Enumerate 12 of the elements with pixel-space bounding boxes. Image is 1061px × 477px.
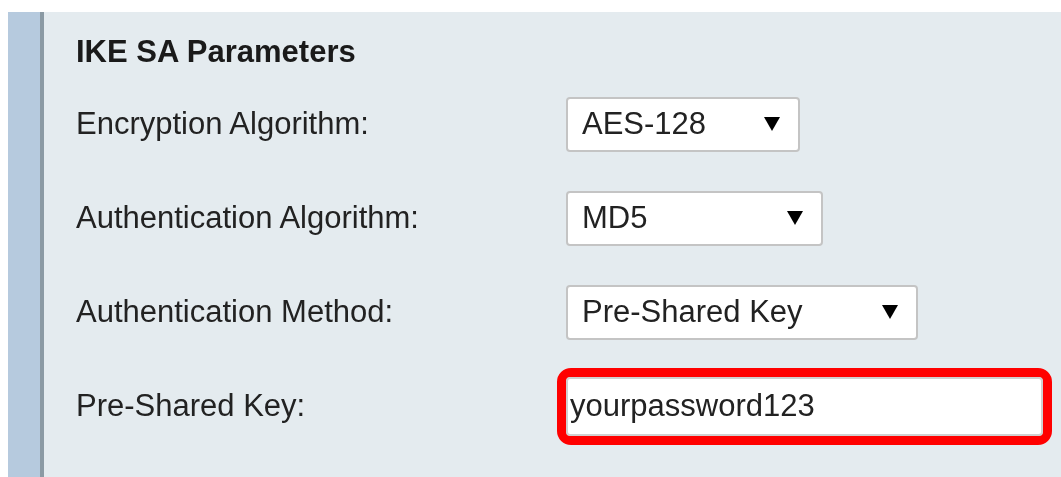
dropdown[interactable]: AES-128: [566, 96, 800, 152]
dropdown[interactable]: MD5: [566, 190, 823, 246]
dropdown[interactable]: Pre-Shared Key: [566, 284, 918, 340]
caret-icon: [764, 117, 780, 131]
input-field[interactable]: yourpassword123: [566, 376, 1043, 436]
field-label: Pre-Shared Key:: [76, 388, 307, 424]
field-label: Authentication Method:: [76, 294, 395, 330]
field-label: Authentication Algorithm:: [76, 200, 420, 236]
section-title: IKE SA Parameters: [76, 33, 357, 71]
field-label: Encryption Algorithm:: [76, 106, 370, 142]
caret-icon: [882, 305, 898, 319]
caret-icon: [787, 211, 803, 225]
